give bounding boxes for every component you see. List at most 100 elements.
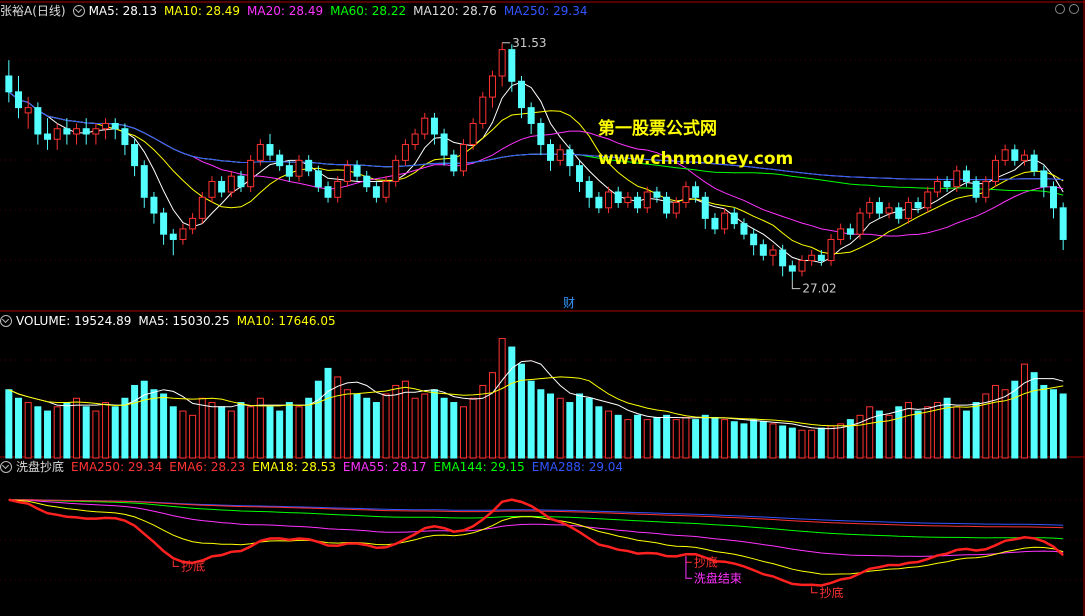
expand-icon[interactable]	[72, 5, 85, 17]
candle-body	[34, 107, 42, 135]
zoom-out-icon[interactable]	[1055, 4, 1065, 14]
volume-bar	[140, 380, 148, 459]
volume-bar	[740, 423, 748, 459]
volume-bar	[508, 346, 516, 459]
candle-body	[508, 49, 516, 82]
candle-body	[846, 228, 854, 235]
volume-bar	[63, 402, 71, 459]
candle-body	[111, 122, 119, 130]
ma10-value: MA10: 28.49	[164, 4, 241, 18]
candle-body	[982, 180, 990, 198]
ma120-value: MA120: 28.76	[413, 4, 497, 18]
ema144-value: EMA144: 29.15	[433, 460, 525, 474]
volume-bar	[227, 410, 235, 459]
volume-bar	[111, 406, 119, 459]
candle-body	[808, 254, 816, 262]
volume-bar	[121, 397, 129, 459]
candle-body	[256, 144, 264, 161]
candle-body	[585, 180, 593, 198]
candle-body	[643, 191, 651, 209]
candle-body	[663, 196, 671, 214]
candle-body	[759, 244, 767, 256]
candle-body	[1020, 154, 1028, 161]
candle-body	[750, 233, 758, 246]
candle-body	[624, 196, 632, 204]
candle-body	[63, 128, 71, 135]
candle-body	[634, 196, 642, 209]
candle-body	[401, 144, 409, 161]
candle-body	[179, 228, 187, 240]
expand-icon[interactable]	[0, 461, 12, 473]
candle-body	[285, 165, 293, 177]
high-price-label: 31.53	[512, 36, 546, 50]
indicator-header: 洗盘抄底 EMA250: 29.34 EMA6: 28.23 EMA18: 28…	[0, 459, 630, 475]
expand-icon[interactable]	[0, 315, 12, 327]
volume-bar	[817, 427, 825, 459]
candle-body	[827, 238, 835, 262]
volume-bar	[1040, 384, 1048, 459]
volume-bar	[711, 416, 719, 459]
candle-body	[372, 186, 380, 198]
candle-body	[1059, 207, 1067, 240]
candle-body	[1030, 154, 1038, 172]
volume-bar	[576, 393, 584, 459]
candle-body	[875, 202, 883, 214]
volume-bar	[189, 414, 197, 459]
volume-bar	[256, 397, 264, 459]
candle-body	[218, 180, 226, 193]
volume-bar	[82, 406, 90, 459]
ma20-value: MA20: 28.49	[247, 4, 324, 18]
candle-body	[788, 265, 796, 272]
candle-body	[227, 175, 235, 193]
candle-body	[943, 180, 951, 188]
volume-bar	[131, 384, 139, 459]
candle-body	[102, 122, 110, 130]
chart-background	[0, 0, 1085, 616]
candle-body	[430, 117, 438, 135]
volume-bar	[624, 419, 632, 459]
signal-label: 抄底	[694, 554, 718, 569]
candle-body	[160, 212, 168, 235]
volume-bar	[440, 397, 448, 459]
candle-body	[498, 49, 506, 77]
candle-body	[962, 170, 970, 182]
candle-body	[247, 159, 255, 188]
candle-body	[392, 159, 400, 182]
candle-body	[769, 249, 777, 256]
volume-bar	[759, 421, 767, 459]
candle-body	[189, 217, 197, 230]
volume-bar	[305, 397, 313, 459]
candle-body	[798, 260, 806, 272]
volume-bar	[411, 397, 419, 459]
candle-body	[721, 212, 729, 230]
volume-bar	[904, 402, 912, 459]
candle-body	[82, 128, 90, 135]
watermark-url: www.chnmoney.com	[598, 149, 794, 169]
volume-header: VOLUME: 19524.89 MA5: 15030.25 MA10: 176…	[0, 313, 343, 329]
candle-body	[924, 191, 932, 209]
ma5-value: MA5: 28.13	[88, 4, 157, 18]
candle-body	[1001, 149, 1009, 161]
candle-body	[150, 196, 158, 214]
volume-bar	[198, 397, 206, 459]
candle-body	[817, 254, 825, 262]
candle-body	[953, 170, 961, 188]
volume-bar	[827, 425, 835, 459]
volume-bar	[73, 397, 81, 459]
candle-body	[237, 175, 245, 188]
volume-bar	[875, 410, 883, 459]
candle-body	[266, 144, 274, 156]
candle-body	[5, 75, 13, 93]
volume-bar	[92, 410, 100, 459]
candle-body	[440, 133, 448, 156]
volume-bar	[372, 402, 380, 459]
ema18-value: EMA18: 28.53	[252, 460, 336, 474]
volume-bar	[730, 421, 738, 459]
indicator-title: 洗盘抄底	[16, 460, 65, 474]
candle-body	[208, 180, 216, 198]
candle-body	[131, 144, 139, 167]
candle-body	[701, 196, 709, 219]
volume-bar	[421, 393, 429, 459]
zoom-in-icon[interactable]	[1069, 4, 1079, 14]
volume-value: VOLUME: 19524.89	[16, 314, 132, 328]
